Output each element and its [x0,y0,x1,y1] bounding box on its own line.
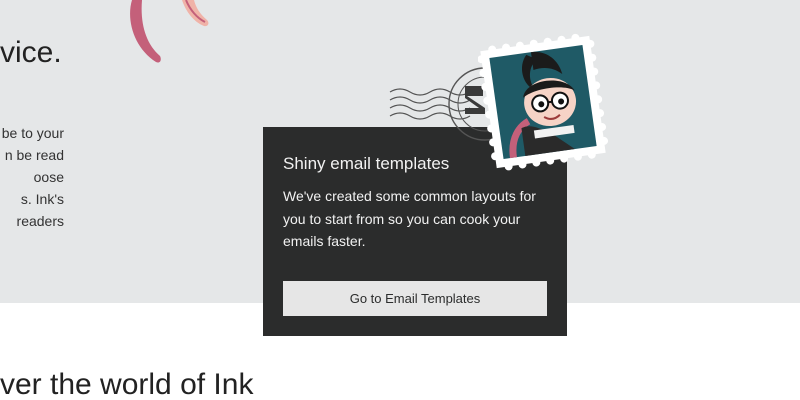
stamp-illustration [478,33,608,171]
body-line: readers [16,213,64,229]
section-heading-fragment: ver the world of Ink [0,368,254,400]
popup-title: Shiny email templates [283,154,450,173]
go-to-email-templates-button[interactable]: Go to Email Templates [283,281,547,316]
body-line: n be read [4,147,64,163]
tentacle-illustration [130,0,209,63]
body-line: oose [33,169,64,185]
body-line: be to your [1,125,64,141]
popup-body: We've created some common layouts for yo… [283,188,536,249]
page-heading-fragment: vice. [0,36,62,69]
body-line: s. Ink's [20,191,64,207]
